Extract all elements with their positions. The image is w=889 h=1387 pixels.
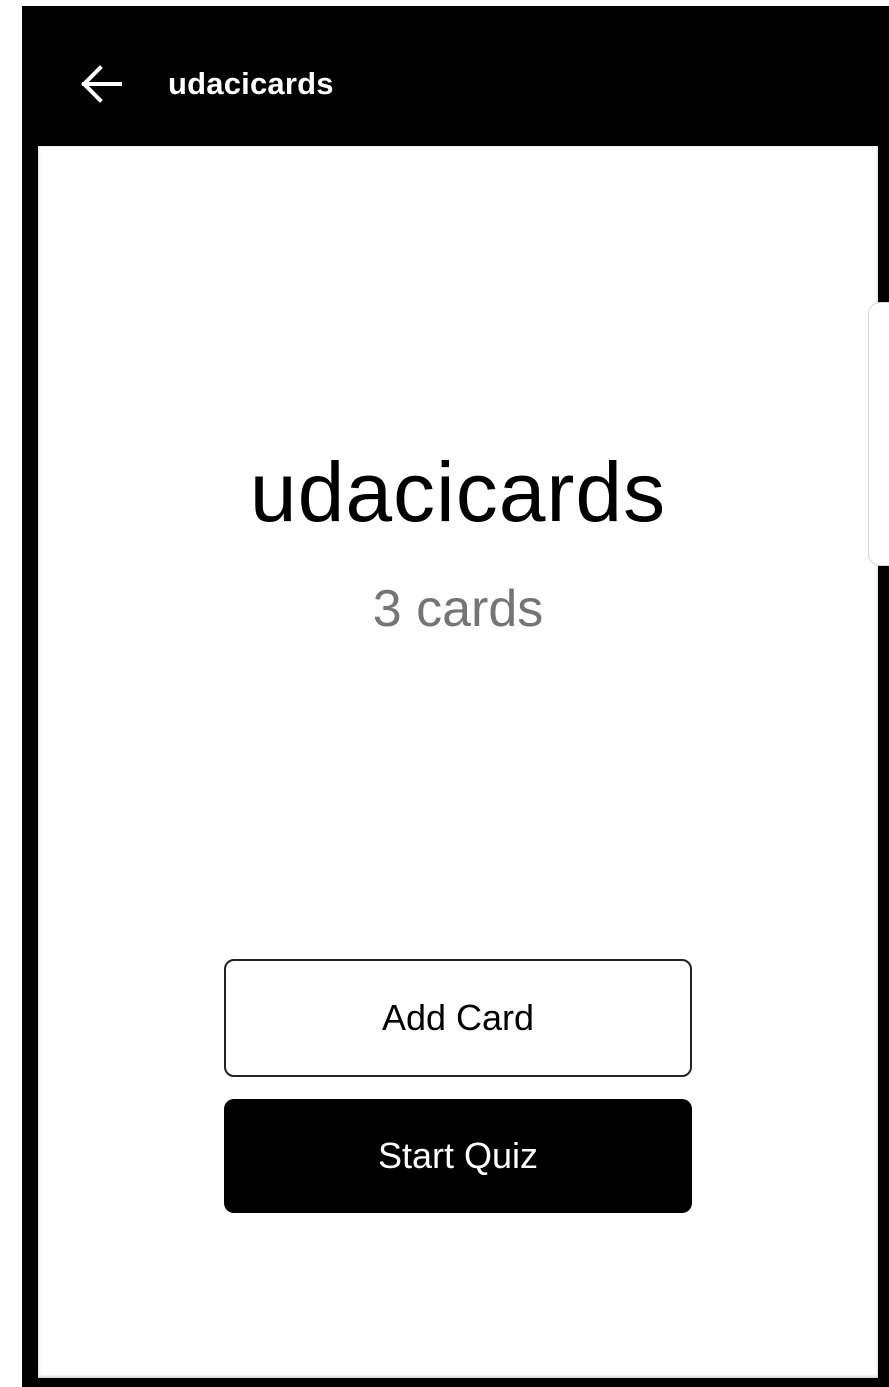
start-quiz-button[interactable]: Start Quiz xyxy=(224,1099,692,1213)
deck-detail-screen: udacicards 3 cards Add Card Start Quiz xyxy=(38,146,878,1378)
arrow-left-icon xyxy=(81,65,122,103)
add-card-button[interactable]: Add Card xyxy=(224,959,692,1077)
deck-title: udacicards xyxy=(249,445,667,539)
header-title: udacicards xyxy=(168,66,334,101)
card-count: 3 cards xyxy=(372,580,544,638)
back-button[interactable] xyxy=(76,58,128,110)
app-window: udacicards udacicards 3 cards Add Card S… xyxy=(22,6,889,1387)
edge-panel-handle[interactable] xyxy=(868,302,889,566)
app-header: udacicards xyxy=(22,6,889,146)
